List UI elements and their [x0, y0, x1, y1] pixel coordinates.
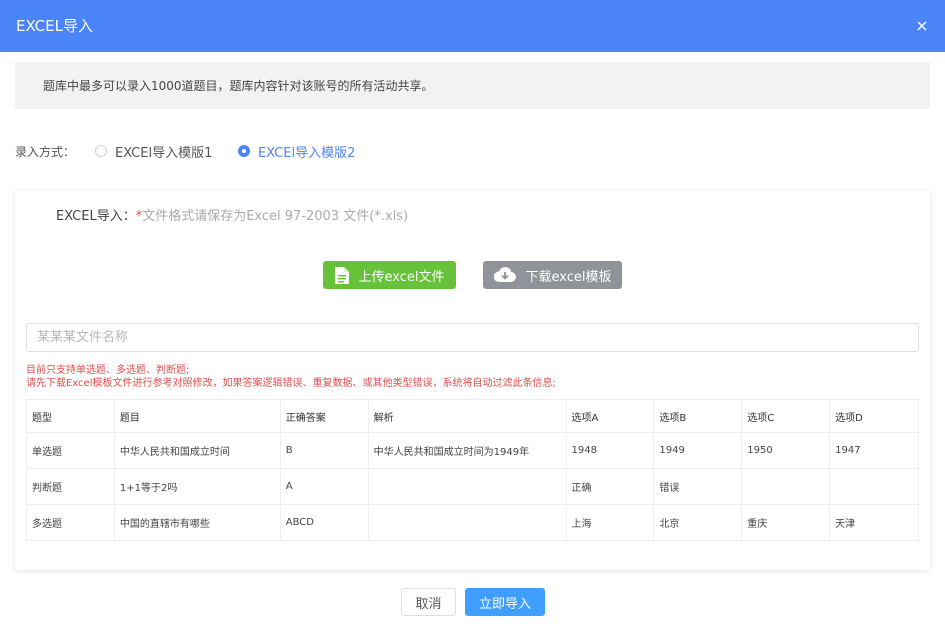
close-icon[interactable]: ×	[913, 16, 931, 36]
column-header: 选项B	[653, 399, 743, 433]
import-now-button[interactable]: 立即导入	[465, 588, 545, 616]
notice-banner: 题库中最多可以录入1000道题目，题库内容针对该账号的所有活动共享。	[15, 62, 930, 109]
table-cell: 北京	[653, 504, 743, 541]
column-header: 选项C	[741, 399, 831, 433]
column-header: 选项D	[829, 399, 919, 433]
table-cell: 重庆	[741, 504, 831, 541]
column-header: 题目	[113, 399, 281, 433]
table-cell	[741, 468, 831, 505]
notice-text: 题库中最多可以录入1000道题目，题库内容针对该账号的所有活动共享。	[43, 79, 434, 93]
table-cell: 1947	[829, 432, 919, 469]
table-row: 判断题 1+1等于2吗 A 正确 错误	[26, 468, 919, 505]
dialog-header: EXCEL导入 ×	[0, 0, 945, 52]
import-card: EXCEL导入：*文件格式请保存为Excel 97-2003 文件(*.xls)…	[15, 191, 930, 570]
column-header: 题型	[26, 399, 115, 433]
file-name-input[interactable]	[26, 323, 919, 352]
file-icon	[334, 266, 349, 284]
input-mode-label: 录入方式：	[15, 145, 76, 159]
table-cell: 1949	[653, 432, 743, 469]
sample-table: 题型 题目 正确答案 解析 选项A 选项B 选项C 选项D 单选题 中华人民共和…	[26, 399, 919, 541]
table-header-row: 题型 题目 正确答案 解析 选项A 选项B 选项C 选项D	[26, 399, 919, 433]
upload-button-label: 上传excel文件	[358, 269, 445, 285]
radio-template-1[interactable]: EXCEl导入模版1	[95, 142, 213, 161]
cancel-button[interactable]: 取消	[401, 588, 456, 616]
table-cell	[829, 468, 919, 505]
radio-template-2[interactable]: EXCEl导入模版2	[238, 142, 356, 161]
cloud-download-icon	[493, 267, 516, 283]
table-cell: 上海	[565, 504, 655, 541]
table-cell	[367, 468, 567, 505]
upload-excel-button[interactable]: 上传excel文件	[323, 261, 456, 289]
table-cell: 中华人民共和国成立时间	[113, 432, 281, 469]
excel-import-label: EXCEL导入：*文件格式请保存为Excel 97-2003 文件(*.xls)	[56, 209, 408, 225]
column-header: 选项A	[565, 399, 655, 433]
table-cell: A	[279, 468, 369, 505]
table-cell: 判断题	[26, 468, 115, 505]
table-cell: 1950	[741, 432, 831, 469]
file-format-hint: 文件格式请保存为Excel 97-2003 文件(*.xls)	[142, 209, 409, 224]
table-cell: ABCD	[279, 504, 369, 541]
table-cell: 1+1等于2吗	[113, 468, 281, 505]
excel-label-text: EXCEL导入：	[56, 209, 136, 224]
table-row: 单选题 中华人民共和国成立时间 B 中华人民共和国成立时间为1949年 1948…	[26, 432, 919, 469]
download-template-button[interactable]: 下载excel模板	[483, 261, 622, 289]
table-cell: 错误	[653, 468, 743, 505]
radio-circle-icon	[95, 145, 107, 157]
table-cell: 正确	[565, 468, 655, 505]
table-cell: 单选题	[26, 432, 115, 469]
dialog-title: EXCEL导入	[16, 17, 93, 35]
download-button-label: 下载excel模板	[525, 269, 612, 285]
column-header: 正确答案	[279, 399, 369, 433]
table-cell	[367, 504, 567, 541]
table-cell: B	[279, 432, 369, 469]
table-row: 多选题 中国的直辖市有哪些 ABCD 上海 北京 重庆 天津	[26, 504, 919, 541]
excel-import-dialog: EXCEL导入 × 题库中最多可以录入1000道题目，题库内容针对该账号的所有活…	[0, 0, 945, 629]
table-cell: 多选题	[26, 504, 115, 541]
column-header: 解析	[367, 399, 567, 433]
radio-label: EXCEl导入模版2	[258, 145, 356, 161]
radio-checked-icon	[238, 145, 250, 157]
table-cell: 中国的直辖市有哪些	[113, 504, 281, 541]
table-cell: 中华人民共和国成立时间为1949年	[367, 432, 567, 469]
template-warning: 请先下载Excel模板文件进行参考对照修改，如果答案逻辑错误、重复数据、或其他类…	[26, 378, 556, 389]
radio-label: EXCEl导入模版1	[115, 145, 213, 161]
table-cell: 1948	[565, 432, 655, 469]
support-warning: 目前只支持单选题、多选题、判断题;	[26, 365, 190, 376]
table-cell: 天津	[829, 504, 919, 541]
